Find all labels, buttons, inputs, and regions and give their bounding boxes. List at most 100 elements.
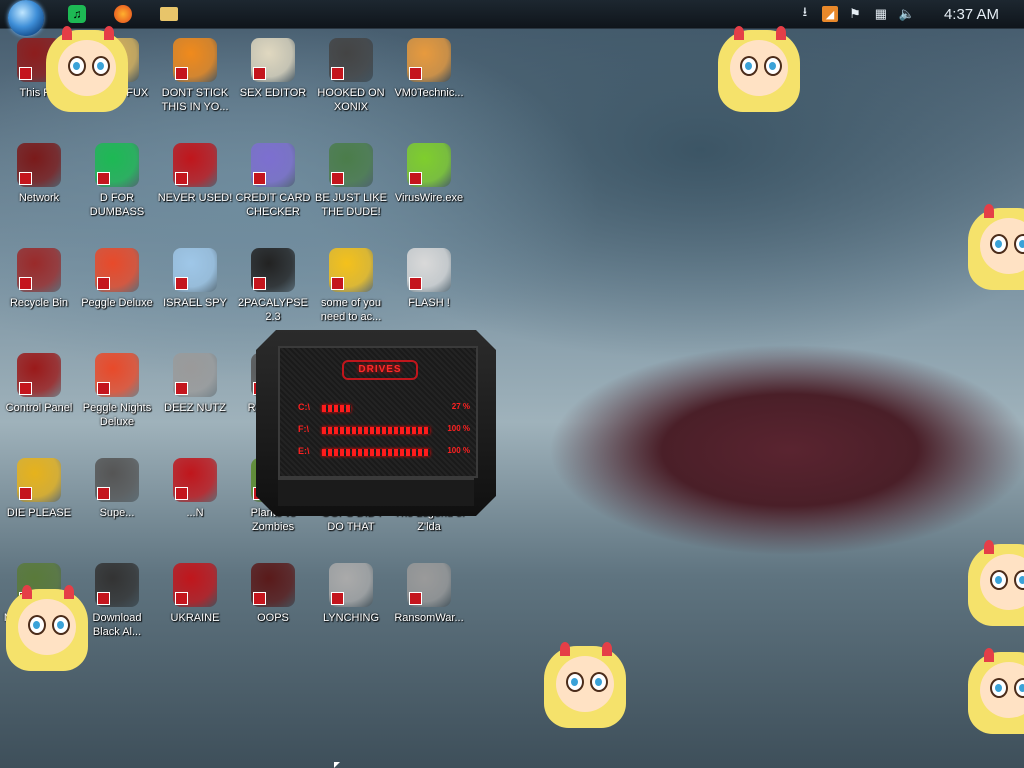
cartoon-character	[712, 26, 807, 116]
cartoon-eye	[990, 234, 1008, 254]
cartoon-horn	[62, 26, 72, 40]
flag-emblem-icon	[329, 563, 373, 607]
mouse-cursor-icon	[334, 762, 340, 768]
desktop-icon[interactable]: FLASH !	[390, 248, 468, 310]
desktop-icon[interactable]: Peggle Nights Deluxe	[78, 353, 156, 429]
shortcut-badge-icon	[331, 172, 344, 185]
drives-widget[interactable]: DRIVES C:\ 27 % F:\ 100 % E:\ 100 %	[256, 330, 496, 516]
cartoon-character	[962, 540, 1024, 630]
desktop-icon[interactable]: RansomWar...	[390, 563, 468, 625]
desktop-icon-label: CREDIT CARD CHECKER	[235, 192, 311, 218]
control-panel-icon	[17, 353, 61, 397]
desktop-icon[interactable]: BE JUST LIKE THE DUDE!	[312, 143, 390, 219]
drive-row[interactable]: E:\ 100 %	[298, 446, 474, 460]
cartoon-character	[40, 26, 135, 116]
cartoon-horn	[776, 26, 786, 40]
shortcut-badge-icon	[331, 67, 344, 80]
hex-editor-icon	[251, 38, 295, 82]
desktop-icon-label: Supe...	[99, 507, 135, 519]
drive-row[interactable]: F:\ 100 %	[298, 424, 474, 438]
vlc-cone-icon	[173, 38, 217, 82]
desktop-icon-label: ...N	[186, 507, 204, 519]
desktop-icon-label: DONT STICK THIS IN YO...	[161, 87, 229, 113]
desktop-icon-label: 2PACALYPSE 2.3	[238, 297, 308, 323]
drive-percent: 27 %	[451, 402, 470, 411]
peggle-nights-icon	[95, 353, 139, 397]
peggle-icon	[95, 248, 139, 292]
desktop-icon-label: Network	[18, 192, 60, 204]
cartoon-horn	[984, 540, 994, 554]
desktop-icon-label: BE JUST LIKE THE DUDE!	[315, 192, 387, 218]
shortcut-badge-icon	[409, 277, 422, 290]
cartoon-horn	[984, 648, 994, 662]
desktop-icon-label: LYNCHING	[322, 612, 380, 624]
shortcut-badge-icon	[19, 277, 32, 290]
desktop-icon[interactable]: ...N	[156, 458, 234, 520]
shortcut-badge-icon	[19, 487, 32, 500]
desktop-icon[interactable]: CREDIT CARD CHECKER	[234, 143, 312, 219]
cartoon-horn	[734, 26, 744, 40]
drive-usage-bar	[322, 427, 430, 434]
desktop-icon[interactable]: 2PACALYPSE 2.3	[234, 248, 312, 324]
desktop-icon-label: Peggle Deluxe	[81, 297, 153, 309]
shortcut-badge-icon	[19, 67, 32, 80]
cartoon-eye	[990, 570, 1008, 590]
desktop-icon[interactable]: some of you need to ac...	[312, 248, 390, 324]
shortcut-badge-icon	[175, 487, 188, 500]
desktop-icon-label: Recycle Bin	[9, 297, 69, 309]
shortcut-badge-icon	[253, 67, 266, 80]
desktop-icon-label: NEVER USED!	[157, 192, 233, 204]
red-box-icon	[251, 563, 295, 607]
cartoon-horn	[560, 642, 570, 656]
network-share-icon	[173, 248, 217, 292]
desktop-icon-label: D FOR DUMBASS	[89, 192, 145, 218]
shortcut-badge-icon	[253, 277, 266, 290]
desktop-icon[interactable]: Supe...	[78, 458, 156, 520]
widget-base	[278, 478, 474, 506]
desktop-icon[interactable]: UKRAINE	[156, 563, 234, 625]
shortcut-badge-icon	[409, 592, 422, 605]
desktop-icon-label: DIE PLEASE	[6, 507, 72, 519]
desktop-icon[interactable]: Peggle Deluxe	[78, 248, 156, 310]
desktop-icon[interactable]: VM0Technic...	[390, 38, 468, 100]
stack-icon	[173, 353, 217, 397]
recycle-bin-icon	[17, 248, 61, 292]
radiation-icon	[173, 563, 217, 607]
devcpp-icon	[173, 143, 217, 187]
desktop-icon[interactable]: ISRAEL SPY	[156, 248, 234, 310]
desktop-icon[interactable]: NEVER USED!	[156, 143, 234, 205]
desktop-icon-label: Control Panel	[5, 402, 73, 414]
desktop-icon[interactable]: Network	[0, 143, 78, 205]
desktop-icon[interactable]: Recycle Bin	[0, 248, 78, 310]
shortcut-badge-icon	[331, 592, 344, 605]
drive-usage-bar	[322, 405, 351, 412]
desktop-icon-label: ISRAEL SPY	[163, 297, 227, 309]
desktop-icon[interactable]: D FOR DUMBASS	[78, 143, 156, 219]
cartoon-eye	[68, 56, 86, 76]
desktop-icon[interactable]: Control Panel	[0, 353, 78, 415]
red-ball-icon	[173, 458, 217, 502]
desktop-icon[interactable]: VirusWire.exe	[390, 143, 468, 205]
shortcut-badge-icon	[175, 382, 188, 395]
drive-letter: E:\	[298, 446, 310, 456]
drive-row[interactable]: C:\ 27 %	[298, 402, 474, 416]
desktop-icon[interactable]: DIE PLEASE	[0, 458, 78, 520]
santa-globe-icon	[329, 143, 373, 187]
cartoon-character	[962, 204, 1024, 294]
desktop-icon[interactable]: HOOKED ON XONIX	[312, 38, 390, 114]
shortcut-badge-icon	[97, 487, 110, 500]
desktop-icon-label: RansomWar...	[394, 612, 464, 624]
desktop-icon[interactable]: SEX EDITOR	[234, 38, 312, 100]
desktop-icon-label: DEEZ NUTZ	[164, 402, 226, 414]
shortcut-badge-icon	[97, 172, 110, 185]
desktop-icon[interactable]: OOPS	[234, 563, 312, 625]
desktop-icon[interactable]: LYNCHING	[312, 563, 390, 625]
drive-usage-bar	[322, 449, 430, 456]
skull-icon	[407, 563, 451, 607]
shortcut-badge-icon	[175, 277, 188, 290]
desktop-icon[interactable]: DONT STICK THIS IN YO...	[156, 38, 234, 114]
desktop-icon-label: SEX EDITOR	[239, 87, 307, 99]
desktop-icon-label: Peggle Nights Deluxe	[82, 402, 152, 428]
desktop-icon[interactable]: DEEZ NUTZ	[156, 353, 234, 415]
desktop-icon-label: OOPS	[257, 612, 289, 624]
